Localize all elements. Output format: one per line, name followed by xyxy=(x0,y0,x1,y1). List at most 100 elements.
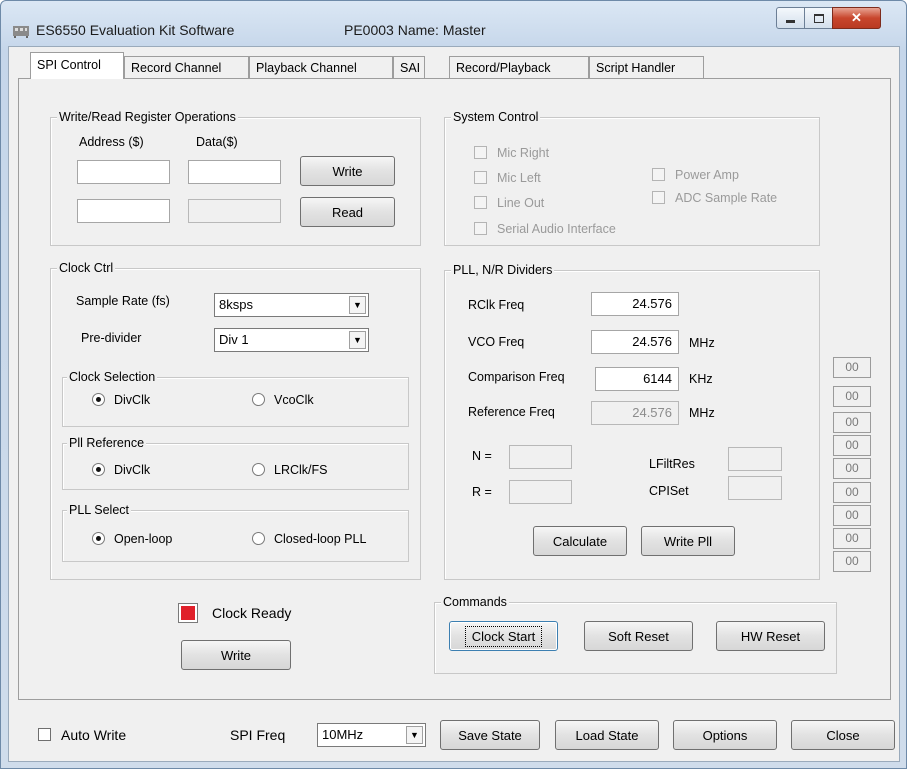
register-group-title: Write/Read Register Operations xyxy=(57,109,238,125)
read-data-field xyxy=(188,199,281,223)
chevron-down-icon: ▼ xyxy=(406,726,423,744)
close-button[interactable]: Close xyxy=(791,720,895,750)
auto-write-label: Auto Write xyxy=(61,727,127,743)
pll-select-closed-loop-radio[interactable] xyxy=(252,532,265,545)
lfiltres-field xyxy=(728,447,782,471)
pll-group: PLL, N/R Dividers xyxy=(444,262,820,580)
prediv-value: Div 1 xyxy=(219,332,249,347)
n-label: N = xyxy=(472,449,492,463)
vco-freq-unit: MHz xyxy=(689,336,715,350)
close-window-button[interactable]: ✕ xyxy=(832,7,881,29)
side-value-box: 00 xyxy=(833,458,871,479)
r-label: R = xyxy=(472,485,492,499)
n-field xyxy=(509,445,572,469)
register-write-button[interactable]: Write xyxy=(300,156,395,186)
prediv-label: Pre-divider xyxy=(81,331,142,345)
sample-rate-value: 8ksps xyxy=(219,297,253,312)
calculate-button[interactable]: Calculate xyxy=(533,526,627,556)
tab-record-playback[interactable]: Record/Playback xyxy=(449,56,589,78)
side-value-box: 00 xyxy=(833,482,871,503)
vco-freq-label: VCO Freq xyxy=(468,335,525,349)
rclk-freq-input[interactable]: 24.576 xyxy=(591,292,679,316)
reference-freq-unit: MHz xyxy=(689,406,715,420)
tab-playback-channel[interactable]: Playback Channel xyxy=(249,56,393,78)
tab-sai[interactable]: SAI xyxy=(393,56,425,78)
sample-rate-label: Sample Rate (fs) xyxy=(76,294,170,308)
chevron-down-icon: ▼ xyxy=(349,296,366,314)
clock-start-button[interactable]: Clock Start xyxy=(449,621,558,651)
pll-select-closed-loop-label: Closed-loop PLL xyxy=(274,532,367,546)
adc-sample-rate-checkbox xyxy=(652,191,665,204)
pll-reference-divclk-label: DivClk xyxy=(114,463,151,477)
mic-left-checkbox xyxy=(474,171,487,184)
pll-reference-divclk-radio[interactable] xyxy=(92,463,105,476)
clock-selection-title: Clock Selection xyxy=(67,369,158,385)
side-value-box: 00 xyxy=(833,435,871,456)
power-amp-checkbox xyxy=(652,168,665,181)
load-state-button[interactable]: Load State xyxy=(555,720,659,750)
clock-ready-label: Clock Ready xyxy=(212,605,292,621)
soft-reset-button[interactable]: Soft Reset xyxy=(584,621,693,651)
maximize-icon xyxy=(813,13,824,23)
write-address-input[interactable] xyxy=(77,160,170,184)
r-field xyxy=(509,480,572,504)
comparison-freq-label: Comparison Freq xyxy=(468,370,565,384)
hw-reset-button[interactable]: HW Reset xyxy=(716,621,825,651)
close-icon: ✕ xyxy=(851,10,862,25)
clock-write-button[interactable]: Write xyxy=(181,640,291,670)
spi-freq-select[interactable]: 10MHz ▼ xyxy=(317,723,426,747)
clock-selection-divclk-radio[interactable] xyxy=(92,393,105,406)
minimize-button[interactable] xyxy=(776,7,805,29)
clock-start-label: Clock Start xyxy=(464,625,543,647)
adc-sample-rate-label: ADC Sample Rate xyxy=(675,191,778,205)
pll-select-open-loop-label: Open-loop xyxy=(114,532,173,546)
cpiset-label: CPISet xyxy=(649,484,689,498)
tab-spi-control[interactable]: SPI Control xyxy=(30,52,124,79)
side-value-box: 00 xyxy=(833,357,871,378)
clock-ctrl-title: Clock Ctrl xyxy=(57,260,116,276)
pll-select-open-loop-radio[interactable] xyxy=(92,532,105,545)
pll-reference-lrclk-radio[interactable] xyxy=(252,463,265,476)
options-button[interactable]: Options xyxy=(673,720,777,750)
mic-left-label: Mic Left xyxy=(497,171,541,185)
chevron-down-icon: ▼ xyxy=(349,331,366,349)
data-label: Data($) xyxy=(196,135,238,149)
write-data-input[interactable] xyxy=(188,160,281,184)
mic-right-label: Mic Right xyxy=(497,146,550,160)
clock-ready-indicator xyxy=(178,603,198,623)
serial-audio-interface-label: Serial Audio Interface xyxy=(497,222,616,236)
spi-freq-value: 10MHz xyxy=(322,727,364,742)
side-value-box: 00 xyxy=(833,386,871,407)
tab-script-handler[interactable]: Script Handler xyxy=(589,56,704,78)
clock-ready-led-icon xyxy=(181,606,195,620)
comparison-freq-input[interactable]: 6144 xyxy=(595,367,679,391)
maximize-button[interactable] xyxy=(804,7,833,29)
write-pll-button[interactable]: Write Pll xyxy=(641,526,735,556)
vco-freq-input[interactable]: 24.576 xyxy=(591,330,679,354)
sample-rate-select[interactable]: 8ksps ▼ xyxy=(214,293,369,317)
minimize-icon xyxy=(786,19,795,23)
clock-selection-divclk-label: DivClk xyxy=(114,393,151,407)
side-value-box: 00 xyxy=(833,551,871,572)
tab-record-channel[interactable]: Record Channel xyxy=(124,56,249,78)
commands-title: Commands xyxy=(441,594,509,610)
register-read-button[interactable]: Read xyxy=(300,197,395,227)
system-control-title: System Control xyxy=(451,109,541,125)
clock-selection-vcoclk-radio[interactable] xyxy=(252,393,265,406)
address-label: Address ($) xyxy=(79,135,144,149)
save-state-button[interactable]: Save State xyxy=(440,720,540,750)
pll-group-title: PLL, N/R Dividers xyxy=(451,262,555,278)
window-subtitle: PE0003 Name: Master xyxy=(344,22,486,38)
lfiltres-label: LFiltRes xyxy=(649,457,695,471)
auto-write-checkbox[interactable] xyxy=(38,728,51,741)
cpiset-field xyxy=(728,476,782,500)
prediv-select[interactable]: Div 1 ▼ xyxy=(214,328,369,352)
spi-freq-label: SPI Freq xyxy=(230,727,286,743)
read-address-input[interactable] xyxy=(77,199,170,223)
app-icon xyxy=(13,26,29,38)
line-out-checkbox xyxy=(474,196,487,209)
rclk-freq-label: RClk Freq xyxy=(468,298,525,312)
reference-freq-field: 24.576 xyxy=(591,401,679,425)
pll-select-title: PLL Select xyxy=(67,502,131,518)
comparison-freq-unit: KHz xyxy=(689,372,713,386)
